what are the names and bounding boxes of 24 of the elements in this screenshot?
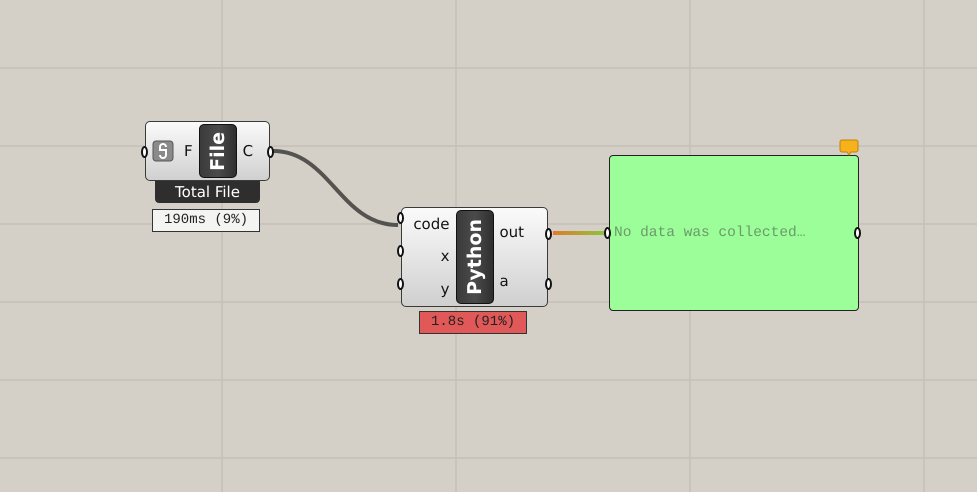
input-label: code <box>413 216 450 232</box>
message-balloon-icon[interactable] <box>839 139 859 156</box>
output-label: C <box>242 144 254 158</box>
input-port[interactable] <box>397 212 404 224</box>
input-port[interactable] <box>604 227 611 239</box>
output-label: a <box>500 274 509 289</box>
input-label: y <box>440 282 450 298</box>
input-port[interactable] <box>397 245 404 257</box>
output-port[interactable] <box>854 227 861 239</box>
output-port[interactable] <box>545 278 552 290</box>
output-port[interactable] <box>267 146 274 158</box>
profiler-tag: 1.8s (91%) <box>419 311 527 334</box>
input-port[interactable] <box>397 278 404 290</box>
panel-text: No data was collected… <box>614 225 806 241</box>
input-port[interactable] <box>141 146 148 158</box>
input-label: F <box>184 144 193 158</box>
input-label: x <box>440 249 450 264</box>
wire <box>553 231 605 235</box>
output-label: out <box>500 225 524 240</box>
profiler-tag: 190ms (9%) <box>152 209 260 232</box>
component-title: File <box>198 124 237 178</box>
component-title: Python <box>456 210 494 304</box>
output-port[interactable] <box>545 228 552 240</box>
component-nickname: Total File <box>155 181 260 203</box>
